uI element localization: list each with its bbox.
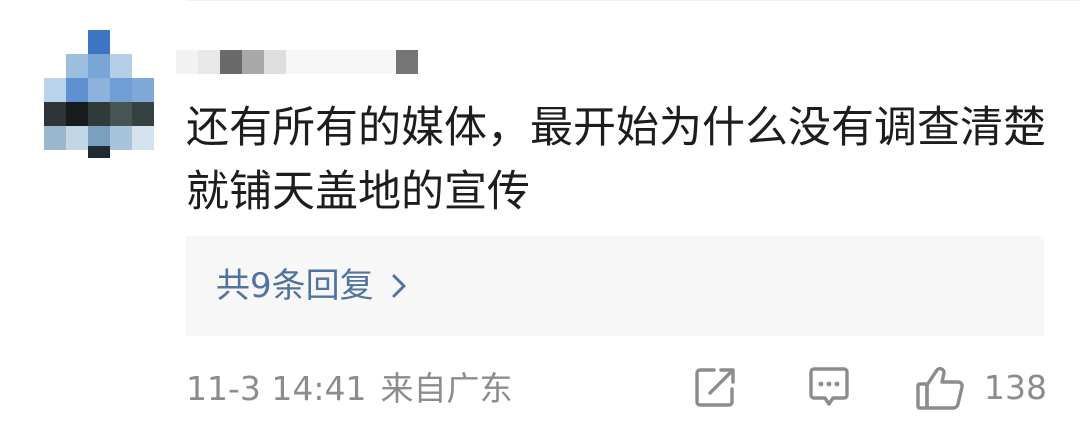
comment-button[interactable] — [806, 364, 852, 410]
comment-text: 还有所有的媒体，最开始为什么没有调查清楚就铺天盖地的宣传 — [186, 103, 1046, 217]
share-button[interactable] — [692, 364, 738, 410]
comment-meta: 11-3 14:41 来自广东 — [186, 368, 513, 410]
username[interactable] — [176, 50, 426, 76]
chevron-right-icon — [392, 274, 406, 298]
replies-box: 共9条回复 — [186, 236, 1044, 336]
like-button[interactable]: 138 — [914, 364, 1047, 412]
replies-label: 共9条回复 — [216, 266, 374, 306]
avatar[interactable] — [44, 30, 156, 158]
view-replies-link[interactable]: 共9条回复 — [216, 265, 412, 307]
comment-icon — [809, 367, 849, 406]
location: 来自广东 — [380, 369, 513, 408]
thumbs-up-icon — [916, 366, 964, 410]
timestamp: 11-3 14:41 — [186, 369, 367, 408]
share-icon — [695, 368, 735, 407]
like-count: 138 — [984, 368, 1047, 407]
divider — [186, 0, 1080, 1]
comment-card: 还有所有的媒体，最开始为什么没有调查清楚就铺天盖地的宣传 共9条回复 11-3 … — [0, 0, 1080, 439]
